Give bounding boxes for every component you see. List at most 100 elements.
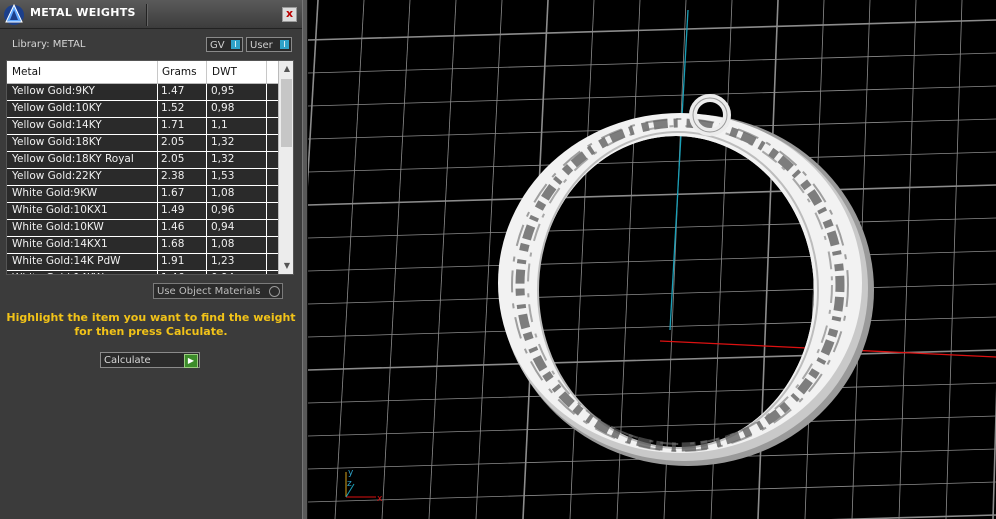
- cell-divider: [266, 169, 267, 186]
- dwt-cell: 1,23: [211, 255, 235, 267]
- cell-divider: [206, 186, 207, 203]
- use-object-materials-label: Use Object Materials: [157, 286, 261, 297]
- grams-cell: 1.46: [161, 272, 184, 274]
- table-row[interactable]: White Gold:14KW 1.46 0,94: [7, 271, 278, 274]
- cell-divider: [206, 152, 207, 169]
- cell-divider: [157, 169, 158, 186]
- calculate-button[interactable]: Calculate ▶: [100, 352, 200, 368]
- instruction-line-2: for then press Calculate.: [74, 325, 228, 338]
- cell-divider: [206, 169, 207, 186]
- instruction-line-1: Highlight the item you want to find the …: [6, 311, 296, 324]
- cell-divider: [157, 186, 158, 203]
- toggle-knob-icon: I: [231, 40, 240, 49]
- axis-gizmo: y z x: [345, 468, 383, 504]
- toggle-knob-icon: I: [280, 40, 289, 49]
- table-row[interactable]: White Gold:9KW 1.67 1,08: [7, 186, 278, 203]
- grams-cell: 2.05: [161, 153, 185, 165]
- table-row[interactable]: White Gold:10KW 1.46 0,94: [7, 220, 278, 237]
- table-scrollbar[interactable]: ▲ ▼: [278, 61, 293, 274]
- grams-cell: 1.68: [161, 238, 185, 250]
- scroll-up-arrow-icon[interactable]: ▲: [282, 64, 292, 74]
- gizmo-x-label: x: [377, 494, 383, 504]
- user-toggle[interactable]: User I: [246, 37, 292, 52]
- pendant-model[interactable]: [498, 94, 874, 466]
- cell-divider: [266, 152, 267, 169]
- grams-cell: 1.47: [161, 85, 185, 97]
- grams-cell: 1.49: [161, 204, 185, 216]
- cell-divider: [266, 118, 267, 135]
- table-row[interactable]: Yellow Gold:18KY 2.05 1,32: [7, 135, 278, 152]
- table-row[interactable]: White Gold:14K PdW 1.91 1,23: [7, 254, 278, 271]
- metal-name-cell: White Gold:14KX1: [12, 238, 108, 250]
- radio-circle-icon: [269, 286, 280, 297]
- dwt-cell: 1,32: [211, 153, 235, 165]
- cell-divider: [206, 220, 207, 237]
- scrollbar-thumb[interactable]: [281, 79, 292, 147]
- grid-line: [334, 0, 365, 519]
- calculate-label: Calculate: [104, 355, 151, 366]
- cell-divider: [157, 254, 158, 271]
- grams-cell: 1.91: [161, 255, 185, 267]
- cell-divider: [266, 254, 267, 271]
- column-header-dwt[interactable]: DWT: [212, 66, 237, 78]
- grams-cell: 2.05: [161, 136, 185, 148]
- gv-toggle[interactable]: GV I: [206, 37, 243, 52]
- grams-cell: 1.46: [161, 221, 185, 233]
- dwt-cell: 1,32: [211, 136, 235, 148]
- cell-divider: [157, 101, 158, 118]
- table-row[interactable]: Yellow Gold:9KY 1.47 0,95: [7, 84, 278, 101]
- grid-line: [475, 0, 503, 519]
- table-header: Metal Grams DWT: [7, 61, 278, 84]
- table-row[interactable]: Yellow Gold:22KY 2.38 1,53: [7, 169, 278, 186]
- dwt-cell: 1,53: [211, 170, 235, 182]
- metal-name-cell: White Gold:14KW: [12, 272, 104, 274]
- dwt-cell: 0,98: [211, 102, 235, 114]
- cell-divider: [206, 254, 207, 271]
- 3d-viewport[interactable]: y z x: [308, 0, 996, 519]
- dwt-cell: 1,1: [211, 119, 228, 131]
- scroll-down-arrow-icon[interactable]: ▼: [282, 261, 292, 271]
- viewport-canvas: y z x: [308, 0, 996, 519]
- cell-divider: [266, 101, 267, 118]
- column-header-grams[interactable]: Grams: [162, 66, 197, 78]
- column-divider: [266, 61, 267, 83]
- column-divider: [157, 61, 158, 83]
- table-row[interactable]: Yellow Gold:18KY Royal 2.05 1,32: [7, 152, 278, 169]
- close-button[interactable]: x: [282, 7, 297, 22]
- column-header-metal[interactable]: Metal: [12, 66, 41, 78]
- table-row[interactable]: Yellow Gold:14KY 1.71 1,1: [7, 118, 278, 135]
- metal-name-cell: Yellow Gold:18KY: [12, 136, 102, 148]
- use-object-materials-toggle[interactable]: Use Object Materials: [153, 283, 283, 299]
- grid-line: [945, 0, 963, 519]
- cell-divider: [157, 152, 158, 169]
- dwt-cell: 1,08: [211, 238, 235, 250]
- cell-divider: [206, 84, 207, 101]
- cell-divider: [157, 203, 158, 220]
- cell-divider: [157, 118, 158, 135]
- cell-divider: [206, 203, 207, 220]
- user-toggle-label: User: [250, 40, 273, 51]
- grid-line: [308, 52, 996, 74]
- metal-name-cell: White Gold:14K PdW: [12, 255, 121, 267]
- table-row[interactable]: Yellow Gold:10KY 1.52 0,98: [7, 101, 278, 118]
- cell-divider: [157, 135, 158, 152]
- grams-cell: 1.67: [161, 187, 185, 199]
- cell-divider: [157, 220, 158, 237]
- app-logo-icon: [4, 3, 24, 25]
- dwt-cell: 0,94: [211, 272, 234, 274]
- cell-divider: [266, 186, 267, 203]
- table-row[interactable]: White Gold:14KX1 1.68 1,08: [7, 237, 278, 254]
- metal-name-cell: White Gold:9KW: [12, 187, 98, 199]
- table-row[interactable]: White Gold:10KX1 1.49 0,96: [7, 203, 278, 220]
- dwt-cell: 0,95: [211, 85, 235, 97]
- grid-line: [898, 0, 917, 519]
- library-label: Library: METAL: [12, 39, 86, 50]
- dwt-cell: 0,94: [211, 221, 235, 233]
- dwt-cell: 1,08: [211, 187, 235, 199]
- cell-divider: [157, 271, 158, 274]
- grid-line: [381, 0, 411, 519]
- gizmo-y-label: y: [348, 468, 354, 478]
- grams-cell: 1.52: [161, 102, 185, 114]
- metal-name-cell: White Gold:10KW: [12, 221, 104, 233]
- panel-titlebar: METAL WEIGHTS x: [0, 0, 302, 29]
